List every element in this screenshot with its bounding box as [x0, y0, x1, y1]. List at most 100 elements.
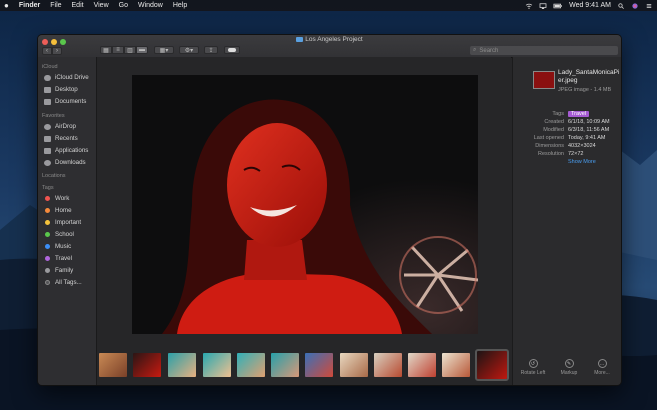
file-name: Lady_SantaMonicaPier.jpeg: [558, 69, 620, 84]
sidebar-tag-family[interactable]: Family: [44, 266, 73, 275]
menu-go[interactable]: Go: [119, 2, 128, 9]
filmstrip-thumbnail[interactable]: [133, 353, 161, 377]
nav-buttons: ‹ ›: [42, 47, 62, 55]
window-toolbar: Los Angeles Project ‹ › ▦ ≡ ▥ ▬ ▦▾ ⚙▾ ⇪ …: [38, 35, 621, 58]
filmstrip-thumbnail[interactable]: [374, 353, 402, 377]
menu-file[interactable]: File: [50, 2, 61, 9]
sidebar-all-tags[interactable]: All Tags...: [44, 278, 82, 287]
preview-image[interactable]: [132, 75, 478, 334]
group-button[interactable]: ▦▾: [154, 46, 174, 54]
filmstrip-thumbnail[interactable]: [203, 353, 231, 377]
finder-window: Los Angeles Project ‹ › ▦ ≡ ▥ ▬ ▦▾ ⚙▾ ⇪ …: [37, 34, 622, 386]
sidebar-tag-important[interactable]: Important: [44, 218, 81, 227]
group-icon: ▦▾: [159, 47, 169, 54]
filmstrip-thumbnail[interactable]: [408, 353, 436, 377]
filmstrip-thumbnail[interactable]: [99, 353, 127, 377]
tags-button[interactable]: [224, 46, 240, 54]
menu-edit[interactable]: Edit: [72, 2, 84, 9]
back-button[interactable]: ‹: [42, 47, 52, 55]
siri-icon[interactable]: [631, 2, 639, 9]
info-value: 4032×3024: [568, 143, 596, 149]
file-type: JPEG image - 1.4 MB: [558, 87, 612, 93]
rotate-left-button[interactable]: ↺ Rotate Left: [519, 359, 547, 376]
menu-view[interactable]: View: [94, 2, 109, 9]
menu-bar: ● Finder File Edit View Go Window Help W…: [0, 0, 657, 11]
sidebar-item-airdrop[interactable]: AirDrop: [44, 122, 76, 131]
sidebar-item-desktop[interactable]: Desktop: [44, 85, 78, 94]
sidebar-item-label: AirDrop: [55, 123, 76, 130]
clock-icon: [44, 135, 51, 142]
menu-app-finder[interactable]: Finder: [19, 2, 40, 9]
notification-center-icon[interactable]: [645, 3, 653, 9]
menu-clock[interactable]: Wed 9:41 AM: [569, 2, 611, 9]
info-value: Today, 9:41 AM: [568, 135, 606, 141]
menu-help[interactable]: Help: [173, 2, 187, 9]
apple-menu-icon[interactable]: ●: [4, 1, 9, 10]
filmstrip-thumbnail[interactable]: [305, 353, 333, 377]
airplay-icon[interactable]: [539, 2, 547, 9]
sidebar-tag-work[interactable]: Work: [44, 194, 69, 203]
more-button[interactable]: … More...: [588, 359, 616, 376]
document-icon: [44, 98, 51, 105]
tag-pill[interactable]: Travel: [568, 111, 590, 117]
search-icon: ⌕: [473, 47, 477, 53]
spotlight-icon[interactable]: [617, 2, 625, 9]
list-view-button[interactable]: ≡: [112, 46, 124, 54]
sidebar-tag-school[interactable]: School: [44, 230, 74, 239]
tag-color-dot: [45, 280, 50, 285]
battery-icon[interactable]: [553, 3, 563, 9]
column-view-button[interactable]: ▥: [124, 46, 136, 54]
info-row-last-opened: Last opened Today, 9:41 AM: [513, 135, 621, 143]
filmstrip-thumbnail-selected[interactable]: [475, 349, 509, 381]
markup-icon: ✎: [564, 359, 574, 368]
show-more-link[interactable]: Show More: [568, 159, 596, 165]
file-thumbnail: [533, 71, 555, 89]
tag-color-dot: [45, 196, 50, 201]
tag-color-dot: [45, 256, 50, 261]
sidebar-item-label: Music: [55, 243, 72, 250]
info-row-tags: Tags Travel: [513, 111, 621, 119]
markup-button[interactable]: ✎ Markup: [555, 359, 583, 376]
sidebar: iCloud iCloud Drive Desktop Documents Fa…: [38, 57, 97, 385]
list-icon: ≡: [116, 47, 120, 53]
filmstrip-thumbnail[interactable]: [271, 353, 299, 377]
filmstrip-thumbnail[interactable]: [340, 353, 368, 377]
menu-window[interactable]: Window: [138, 2, 163, 9]
action-label: Rotate Left: [520, 370, 546, 376]
window-title: Los Angeles Project: [38, 36, 621, 43]
sidebar-section-favorites: Favorites: [42, 113, 65, 119]
menu-bar-status: Wed 9:41 AM: [525, 0, 653, 11]
gallery-view-button[interactable]: ▬: [136, 46, 148, 54]
info-label: Created: [544, 119, 564, 125]
sidebar-item-label: iCloud Drive: [55, 74, 89, 81]
search-field[interactable]: ⌕ Search: [470, 46, 618, 55]
sidebar-tag-home[interactable]: Home: [44, 206, 72, 215]
sidebar-item-documents[interactable]: Documents: [44, 97, 86, 106]
gallery-preview: [97, 57, 511, 385]
portrait-photo: [132, 75, 478, 334]
forward-button[interactable]: ›: [52, 47, 62, 55]
info-row-created: Created 6/1/18, 10:09 AM: [513, 119, 621, 127]
sidebar-tag-music[interactable]: Music: [44, 242, 71, 251]
filmstrip-thumbnail[interactable]: [442, 353, 470, 377]
info-label: Last opened: [533, 135, 564, 141]
action-button[interactable]: ⚙▾: [179, 46, 199, 54]
sidebar-item-recents[interactable]: Recents: [44, 134, 78, 143]
filmstrip-thumbnail[interactable]: [237, 353, 265, 377]
sidebar-item-label: Downloads: [55, 159, 86, 166]
sidebar-item-icloud-drive[interactable]: iCloud Drive: [44, 73, 89, 82]
sidebar-tag-travel[interactable]: Travel: [44, 254, 72, 263]
sidebar-item-label: Family: [55, 267, 74, 274]
share-icon: ⇪: [208, 47, 214, 54]
filmstrip-thumbnail[interactable]: [168, 353, 196, 377]
grid-icon: ▦: [103, 47, 109, 54]
info-row-modified: Modified 6/3/18, 11:56 AM: [513, 127, 621, 135]
sidebar-item-applications[interactable]: Applications: [44, 146, 88, 155]
icon-view-button[interactable]: ▦: [100, 46, 112, 54]
sidebar-item-label: Travel: [55, 255, 72, 262]
share-button[interactable]: ⇪: [204, 46, 218, 54]
sidebar-item-downloads[interactable]: Downloads: [44, 158, 86, 167]
sidebar-section-locations: Locations: [42, 173, 66, 179]
wifi-icon[interactable]: [525, 3, 533, 9]
info-label: Tags: [552, 111, 564, 117]
